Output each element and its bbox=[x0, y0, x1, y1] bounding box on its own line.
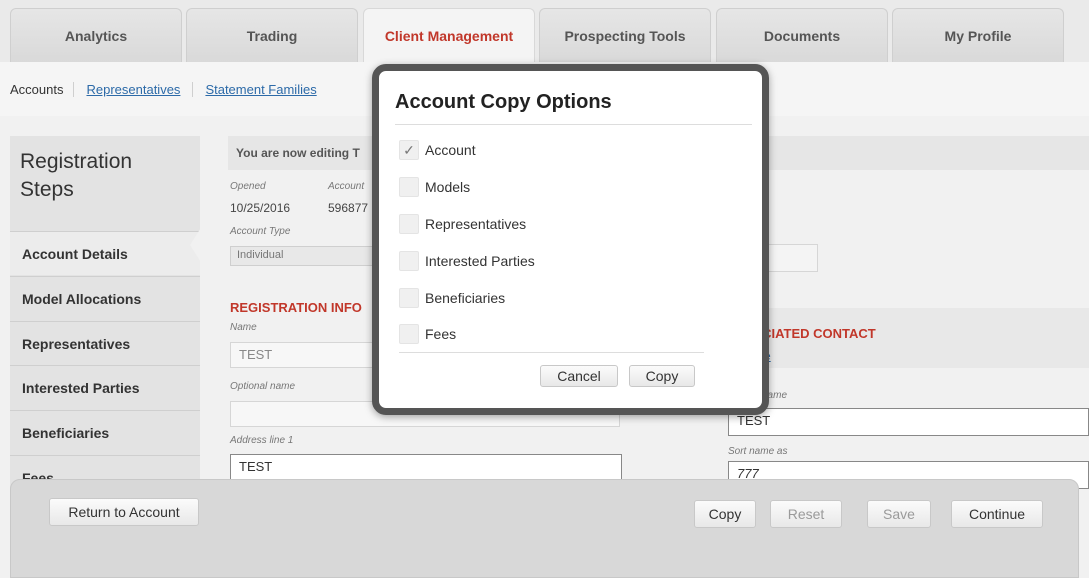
subnav-representatives-link[interactable]: Representatives bbox=[73, 81, 192, 97]
option-beneficiaries-label: Beneficiaries bbox=[425, 290, 506, 306]
account-type-field: Individual bbox=[230, 246, 380, 266]
continue-button[interactable]: Continue bbox=[951, 500, 1043, 528]
steps-title-line2: Steps bbox=[20, 178, 74, 201]
option-beneficiaries[interactable]: Beneficiaries bbox=[399, 287, 505, 309]
step-beneficiaries[interactable]: Beneficiaries bbox=[10, 410, 200, 454]
dialog-title: Account Copy Options bbox=[395, 91, 612, 113]
checkbox-beneficiaries[interactable] bbox=[399, 288, 419, 308]
tab-prospecting-tools[interactable]: Prospecting Tools bbox=[539, 8, 711, 62]
dialog-title-divider bbox=[395, 124, 752, 125]
tab-trading[interactable]: Trading bbox=[186, 8, 358, 62]
subnav-statement-families-link[interactable]: Statement Families bbox=[192, 81, 328, 97]
contact-name-field[interactable]: TEST bbox=[728, 408, 1089, 436]
associated-contact-title: OCIATED CONTACT bbox=[752, 326, 876, 341]
option-account[interactable]: ✓ Account bbox=[399, 139, 476, 161]
option-models-label: Models bbox=[425, 179, 471, 195]
option-representatives-label: Representatives bbox=[425, 216, 527, 232]
account-copy-options-dialog: Account Copy Options ✓ Account Models Re… bbox=[372, 64, 769, 415]
step-model-allocations[interactable]: Model Allocations bbox=[10, 276, 200, 320]
address-line1-label: Address line 1 bbox=[230, 435, 294, 446]
checkmark-icon: ✓ bbox=[403, 141, 415, 158]
sort-name-label: Sort name as bbox=[728, 446, 788, 457]
opened-value: 10/25/2016 bbox=[230, 201, 291, 215]
option-fees-label: Fees bbox=[425, 326, 457, 342]
checkbox-representatives[interactable] bbox=[399, 214, 419, 234]
checkbox-account[interactable]: ✓ bbox=[399, 140, 419, 160]
tab-my-profile[interactable]: My Profile bbox=[892, 8, 1064, 62]
checkbox-models[interactable] bbox=[399, 177, 419, 197]
registration-steps-title: Registration Steps bbox=[20, 148, 132, 204]
save-button[interactable]: Save bbox=[867, 500, 931, 528]
checkbox-interested-parties[interactable] bbox=[399, 251, 419, 271]
option-interested-parties-label: Interested Parties bbox=[425, 253, 535, 269]
option-models[interactable]: Models bbox=[399, 176, 470, 198]
return-to-account-button[interactable]: Return to Account bbox=[49, 498, 199, 526]
step-account-details[interactable]: Account Details bbox=[10, 231, 200, 275]
bottom-action-bar: Return to Account Copy Reset Save Contin… bbox=[10, 479, 1079, 578]
reset-button[interactable]: Reset bbox=[770, 500, 842, 528]
option-account-label: Account bbox=[425, 142, 476, 158]
dialog-footer-divider bbox=[399, 352, 704, 353]
tab-analytics[interactable]: Analytics bbox=[10, 8, 182, 62]
name-label: Name bbox=[230, 322, 257, 333]
account-number-label: Account bbox=[328, 181, 365, 192]
optional-name-label: Optional name bbox=[230, 381, 296, 392]
tab-client-management[interactable]: Client Management bbox=[363, 8, 535, 62]
opened-label: Opened bbox=[230, 181, 266, 192]
name-field[interactable]: TEST bbox=[230, 342, 380, 368]
checkbox-fees[interactable] bbox=[399, 324, 419, 344]
main-tab-bar: Analytics Trading Client Management Pros… bbox=[0, 0, 1089, 62]
step-representatives[interactable]: Representatives bbox=[10, 321, 200, 365]
subnav-accounts[interactable]: Accounts bbox=[10, 82, 73, 97]
option-representatives[interactable]: Representatives bbox=[399, 213, 526, 235]
steps-title-line1: Registration bbox=[20, 150, 133, 173]
registration-steps-panel: Registration Steps Account Details Model… bbox=[10, 136, 200, 496]
option-fees[interactable]: Fees bbox=[399, 323, 456, 345]
account-type-label: Account Type bbox=[230, 226, 291, 237]
tab-documents[interactable]: Documents bbox=[716, 8, 888, 62]
dialog-copy-button[interactable]: Copy bbox=[629, 365, 695, 387]
account-number-value: 596877 bbox=[328, 201, 369, 215]
step-interested-parties[interactable]: Interested Parties bbox=[10, 365, 200, 409]
option-interested-parties[interactable]: Interested Parties bbox=[399, 250, 535, 272]
copy-button[interactable]: Copy bbox=[694, 500, 756, 528]
dialog-cancel-button[interactable]: Cancel bbox=[540, 365, 618, 387]
active-step-pointer bbox=[190, 223, 204, 267]
registration-info-title: REGISTRATION INFO bbox=[230, 300, 362, 315]
